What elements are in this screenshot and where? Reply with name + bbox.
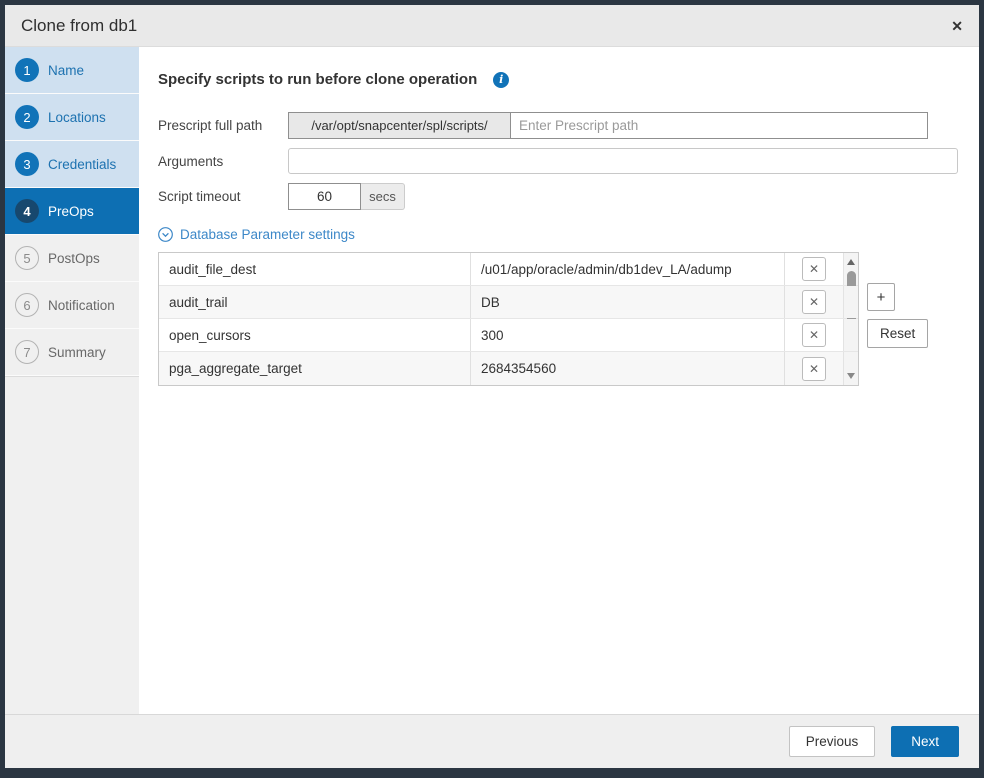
- step-name[interactable]: 1 Name: [5, 47, 139, 94]
- step-label: PreOps: [48, 204, 94, 219]
- parameter-name-cell: open_cursors: [159, 319, 471, 351]
- script-timeout-group: secs: [288, 183, 405, 210]
- wizard-steps-sidebar: 1 Name 2 Locations 3 Credentials 4 PreOp…: [5, 47, 139, 714]
- close-icon[interactable]: ✕: [951, 19, 963, 33]
- table-scrollbar[interactable]: [843, 253, 858, 285]
- step-label: PostOps: [48, 251, 100, 266]
- parameter-value-cell: /u01/app/oracle/admin/db1dev_LA/adump: [471, 253, 785, 285]
- parameter-name-cell: pga_aggregate_target: [159, 352, 471, 385]
- next-button[interactable]: Next: [891, 726, 959, 757]
- delete-parameter-button[interactable]: ✕: [802, 257, 826, 281]
- step-number-badge: 1: [15, 58, 39, 82]
- info-icon[interactable]: i: [493, 72, 509, 88]
- scroll-down-icon[interactable]: [844, 369, 858, 383]
- title-bar: Clone from db1 ✕: [5, 5, 979, 47]
- clone-wizard-dialog: Clone from db1 ✕ 1 Name 2 Locations 3 Cr…: [5, 5, 979, 768]
- parameter-name-cell: audit_trail: [159, 286, 471, 318]
- parameter-value-cell: DB: [471, 286, 785, 318]
- sidebar-spacer: [5, 376, 139, 380]
- prescript-path-group: /var/opt/snapcenter/spl/scripts/: [288, 112, 928, 139]
- step-label: Credentials: [48, 157, 116, 172]
- step-number-badge: 3: [15, 152, 39, 176]
- window-frame: Clone from db1 ✕ 1 Name 2 Locations 3 Cr…: [0, 0, 984, 778]
- database-parameter-settings-label: Database Parameter settings: [180, 227, 355, 242]
- table-row: open_cursors 300 ✕: [159, 319, 858, 352]
- step-number-badge: 4: [15, 199, 39, 223]
- previous-button[interactable]: Previous: [789, 726, 876, 757]
- prescript-path-input[interactable]: [511, 112, 928, 139]
- step-label: Notification: [48, 298, 115, 313]
- table-row: pga_aggregate_target 2684354560 ✕: [159, 352, 858, 385]
- table-row: audit_file_dest /u01/app/oracle/admin/db…: [159, 253, 858, 286]
- step-notification[interactable]: 6 Notification: [5, 282, 139, 329]
- parameter-name-cell: audit_file_dest: [159, 253, 471, 285]
- step-number-badge: 2: [15, 105, 39, 129]
- arguments-input[interactable]: [288, 148, 958, 174]
- prescript-path-prefix: /var/opt/snapcenter/spl/scripts/: [288, 112, 511, 139]
- panel-heading: Specify scripts to run before clone oper…: [158, 71, 477, 88]
- database-parameters-table: audit_file_dest /u01/app/oracle/admin/db…: [158, 252, 859, 386]
- reset-parameters-button[interactable]: Reset: [867, 319, 928, 348]
- preops-panel: Specify scripts to run before clone oper…: [139, 47, 979, 714]
- step-summary[interactable]: 7 Summary: [5, 329, 139, 376]
- step-number-badge: 6: [15, 293, 39, 317]
- step-label: Name: [48, 63, 84, 78]
- chevron-down-circle-icon: [158, 227, 173, 242]
- parameter-value-cell: 2684354560: [471, 352, 785, 385]
- wizard-footer: Previous Next: [5, 714, 979, 768]
- step-label: Summary: [48, 345, 106, 360]
- step-locations[interactable]: 2 Locations: [5, 94, 139, 141]
- prescript-path-label: Prescript full path: [158, 118, 288, 133]
- script-timeout-unit: secs: [361, 183, 405, 210]
- step-label: Locations: [48, 110, 106, 125]
- step-number-badge: 5: [15, 246, 39, 270]
- step-credentials[interactable]: 3 Credentials: [5, 141, 139, 188]
- arguments-label: Arguments: [158, 154, 288, 169]
- delete-parameter-button[interactable]: ✕: [802, 323, 826, 347]
- dialog-body: 1 Name 2 Locations 3 Credentials 4 PreOp…: [5, 47, 979, 714]
- step-preops[interactable]: 4 PreOps: [5, 188, 139, 235]
- step-postops[interactable]: 5 PostOps: [5, 235, 139, 282]
- delete-parameter-button[interactable]: ✕: [802, 290, 826, 314]
- dialog-title: Clone from db1: [21, 16, 137, 36]
- parameter-value-cell: 300: [471, 319, 785, 351]
- script-timeout-label: Script timeout: [158, 189, 288, 204]
- scroll-up-icon[interactable]: [844, 255, 858, 269]
- step-number-badge: 7: [15, 340, 39, 364]
- table-row: audit_trail DB ✕: [159, 286, 858, 319]
- add-parameter-button[interactable]: +: [867, 283, 895, 311]
- script-timeout-input[interactable]: [288, 183, 361, 210]
- delete-parameter-button[interactable]: ✕: [802, 357, 826, 381]
- database-parameter-settings-toggle[interactable]: Database Parameter settings: [158, 227, 355, 242]
